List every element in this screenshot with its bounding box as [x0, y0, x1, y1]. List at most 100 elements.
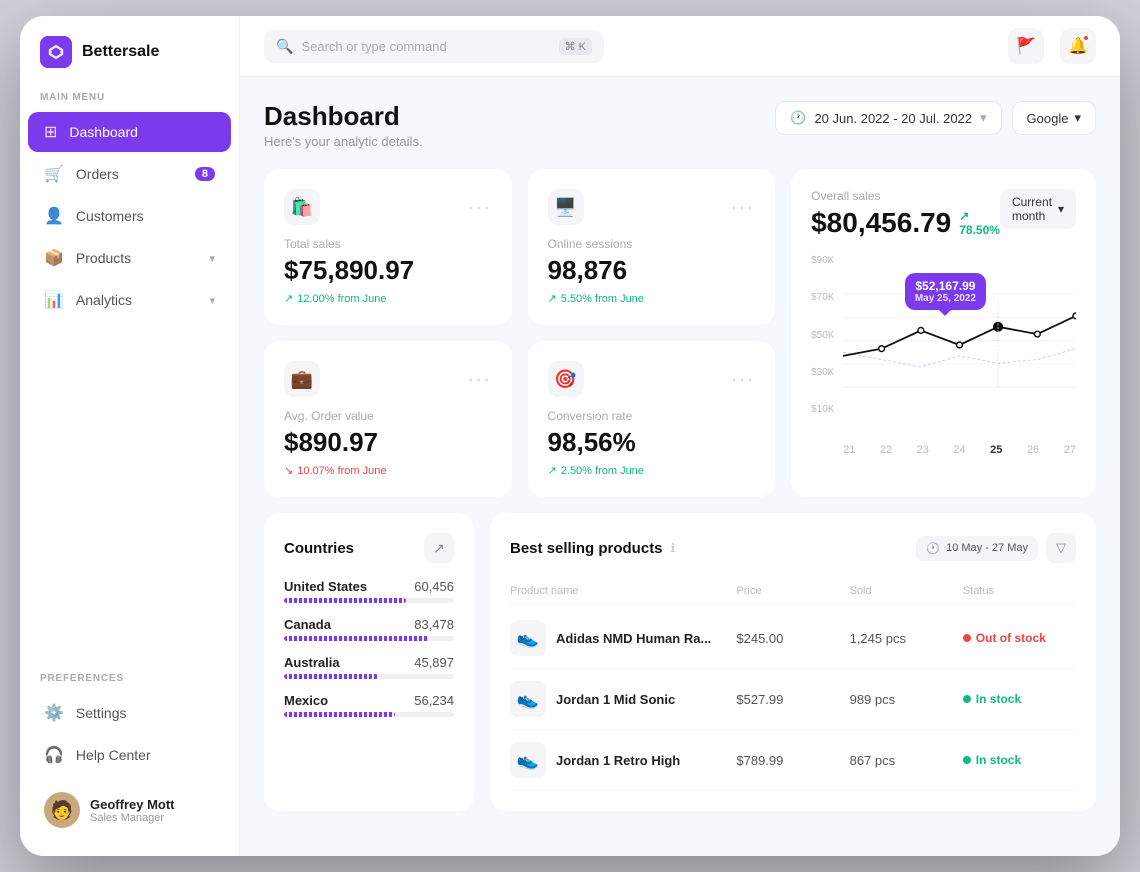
status-text-1: In stock	[976, 692, 1021, 706]
sidebar-item-settings[interactable]: ⚙️ Settings	[28, 693, 231, 733]
status-dot-1	[963, 695, 971, 703]
total-sales-more-button[interactable]: ···	[468, 197, 492, 218]
table-row: 👟 Jordan 1 Mid Sonic $527.99 989 pcs In …	[510, 669, 1076, 730]
search-placeholder: Search or type command	[301, 39, 550, 54]
search-bar[interactable]: 🔍 Search or type command ⌘ K	[264, 30, 604, 63]
orders-icon: 🛒	[44, 164, 64, 184]
col-status: Status	[963, 585, 1076, 597]
sidebar-item-label-products: Products	[76, 250, 131, 266]
source-button[interactable]: Google ▾	[1012, 101, 1096, 135]
filter-icon: ▽	[1056, 540, 1066, 556]
avg-order-icon: 💼	[284, 361, 320, 397]
bottom-grid: Countries ↗ United States 60,456	[264, 513, 1096, 811]
col-price: Price	[736, 585, 849, 597]
date-range-text: 20 Jun. 2022 - 20 Jul. 2022	[814, 111, 972, 126]
product-cell-1: 👟 Jordan 1 Mid Sonic	[510, 681, 736, 717]
info-icon[interactable]: ℹ	[671, 541, 676, 555]
products-header: Best selling products ℹ 🕐 10 May - 27 Ma…	[510, 533, 1076, 563]
product-name-0: Adidas NMD Human Ra...	[556, 631, 711, 646]
country-value-us: 60,456	[414, 579, 454, 594]
product-cell-2: 👟 Jordan 1 Retro High	[510, 742, 736, 778]
x-label-22: 22	[880, 444, 892, 456]
app-window: Bettersale MAIN MENU ⊞ Dashboard 🛒 Order…	[20, 16, 1120, 856]
country-name-us: United States	[284, 579, 367, 594]
country-item-us: United States 60,456	[284, 579, 454, 603]
product-price-1: $527.99	[736, 692, 849, 707]
x-label-24: 24	[953, 444, 965, 456]
conversion-label: Conversion rate	[548, 409, 756, 423]
conversion-icon: 🎯	[548, 361, 584, 397]
content-area: Dashboard Here's your analytic details. …	[240, 77, 1120, 856]
status-badge-0: Out of stock	[963, 631, 1076, 645]
products-date-range-button[interactable]: 🕐 10 May - 27 May	[916, 536, 1038, 561]
user-profile[interactable]: 🧑 Geoffrey Mott Sales Manager	[28, 780, 231, 840]
sidebar-item-orders[interactable]: 🛒 Orders 8	[28, 154, 231, 194]
country-item-australia: Australia 45,897	[284, 655, 454, 679]
sidebar-item-label-orders: Orders	[76, 166, 119, 182]
y-label-30k: $30K	[811, 367, 834, 378]
avg-order-change: ↘ 10.07% from June	[284, 464, 492, 477]
total-sales-change-text: 12.00% from June	[297, 293, 386, 305]
sidebar: Bettersale MAIN MENU ⊞ Dashboard 🛒 Order…	[20, 16, 240, 856]
notifications-button[interactable]: 🔔	[1060, 28, 1096, 64]
overall-value: $80,456.79	[811, 207, 951, 239]
status-dot-0	[963, 634, 971, 642]
source-text: Google	[1027, 111, 1069, 126]
customers-icon: 👤	[44, 206, 64, 226]
stat-card-header: 🎯 ···	[548, 361, 756, 397]
country-value-mexico: 56,234	[414, 693, 454, 708]
main-content: 🔍 Search or type command ⌘ K 🚩 🔔 Dashboa…	[240, 16, 1120, 856]
notification-dot	[1082, 34, 1090, 42]
overall-header: Overall sales $80,456.79 ↗ 78.50% Curren…	[811, 189, 1076, 239]
product-price-2: $789.99	[736, 753, 849, 768]
sidebar-item-help[interactable]: 🎧 Help Center	[28, 735, 231, 775]
chart-tooltip: $52,167.99 May 25, 2022	[905, 273, 986, 310]
shortcut-text: ⌘ K	[565, 40, 586, 53]
conversion-more-button[interactable]: ···	[731, 369, 755, 390]
conversion-value: 98,56%	[548, 427, 756, 458]
page-title: Dashboard	[264, 101, 423, 132]
total-sales-value: $75,890.97	[284, 255, 492, 286]
countries-title: Countries	[284, 540, 354, 557]
orders-badge: 8	[195, 167, 215, 181]
avg-order-arrow-icon: ↘	[284, 464, 293, 477]
country-item-canada: Canada 83,478	[284, 617, 454, 641]
products-filter-button[interactable]: ▽	[1046, 533, 1076, 563]
conversion-card: 🎯 ··· Conversion rate 98,56% ↗ 2.50% fro…	[528, 341, 776, 497]
overall-label: Overall sales	[811, 189, 1000, 203]
user-role: Sales Manager	[90, 812, 175, 824]
status-text-2: In stock	[976, 753, 1021, 767]
countries-export-button[interactable]: ↗	[424, 533, 454, 563]
y-label-90k: $90K	[811, 255, 834, 266]
sidebar-item-products[interactable]: 📦 Products ▾	[28, 238, 231, 278]
sidebar-item-analytics[interactable]: 📊 Analytics ▾	[28, 280, 231, 320]
conversion-arrow-icon: ↗	[548, 464, 557, 477]
sidebar-item-dashboard[interactable]: ⊞ Dashboard	[28, 112, 231, 152]
countries-card: Countries ↗ United States 60,456	[264, 513, 474, 811]
main-menu-label: MAIN MENU	[20, 92, 239, 111]
total-sales-change: ↗ 12.00% from June	[284, 292, 492, 305]
flag-button[interactable]: 🚩	[1008, 28, 1044, 64]
table-row: 👟 Adidas NMD Human Ra... $245.00 1,245 p…	[510, 608, 1076, 669]
online-sessions-more-button[interactable]: ···	[731, 197, 755, 218]
topbar: 🔍 Search or type command ⌘ K 🚩 🔔	[240, 16, 1120, 77]
user-info: Geoffrey Mott Sales Manager	[90, 797, 175, 824]
sidebar-item-customers[interactable]: 👤 Customers	[28, 196, 231, 236]
settings-icon: ⚙️	[44, 703, 64, 723]
product-thumb-0: 👟	[510, 620, 546, 656]
online-sessions-change-text: 5.50% from June	[561, 293, 644, 305]
product-price-0: $245.00	[736, 631, 849, 646]
period-chevron-icon: ▾	[1058, 202, 1064, 216]
product-sold-0: 1,245 pcs	[850, 631, 963, 646]
product-name-2: Jordan 1 Retro High	[556, 753, 680, 768]
y-label-10k: $10K	[811, 404, 834, 415]
total-sales-label: Total sales	[284, 237, 492, 251]
avg-order-more-button[interactable]: ···	[468, 369, 492, 390]
avatar: 🧑	[44, 792, 80, 828]
sidebar-item-label-settings: Settings	[76, 705, 127, 721]
stat-card-header: 🛍️ ···	[284, 189, 492, 225]
date-range-button[interactable]: 🕐 20 Jun. 2022 - 20 Jul. 2022 ▾	[775, 101, 1001, 135]
search-shortcut: ⌘ K	[559, 38, 592, 55]
total-sales-card: 🛍️ ··· Total sales $75,890.97 ↗ 12.00% f…	[264, 169, 512, 325]
period-selector-button[interactable]: Current month ▾	[1000, 189, 1076, 229]
